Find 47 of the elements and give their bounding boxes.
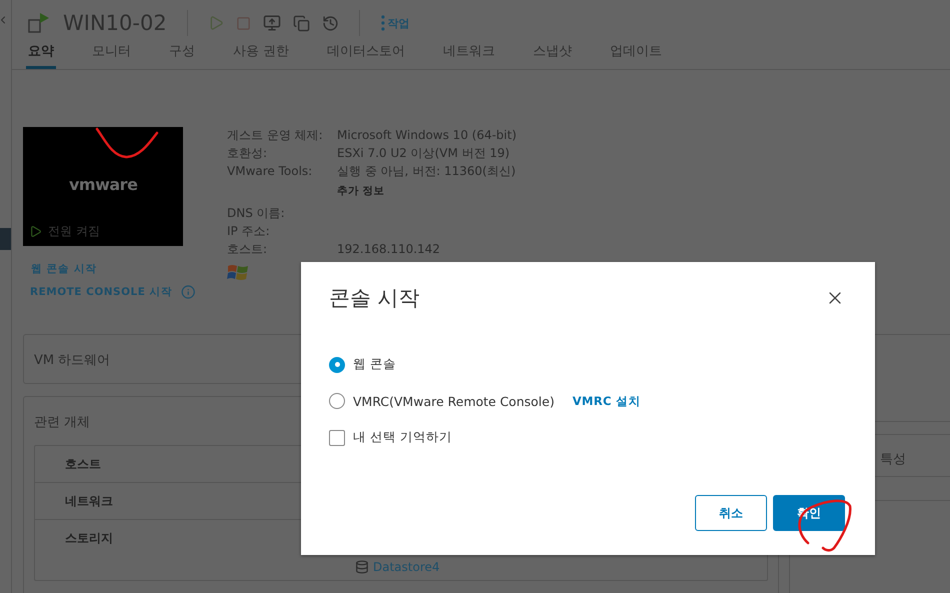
- info-value: 192.168.110.142: [337, 241, 442, 257]
- power-on-button[interactable]: [208, 15, 224, 31]
- card-title: 관련 개체: [34, 415, 90, 430]
- play-icon: [29, 225, 42, 238]
- console-preview[interactable]: vmware 전원 켜짐: [23, 127, 183, 246]
- cancel-button[interactable]: 취소: [695, 495, 767, 531]
- radio-button[interactable]: [329, 393, 345, 409]
- remote-console-link[interactable]: REMOTE CONSOLE 시작: [30, 285, 173, 299]
- vm-icon: [27, 12, 51, 34]
- migrate-button[interactable]: [292, 14, 310, 32]
- web-console-link[interactable]: 웹 콘솔 시작: [31, 262, 97, 276]
- database-icon: [355, 560, 369, 574]
- datastore-link[interactable]: Datastore4: [355, 560, 440, 574]
- checkbox[interactable]: [329, 430, 345, 446]
- info-value: ESXi 7.0 U2 이상(VM 버전 19): [337, 145, 511, 161]
- info-icon[interactable]: [180, 284, 195, 300]
- related-object-label: 호스트: [65, 456, 101, 473]
- info-value: 실행 중 아님, 버전: 11360(최신): [337, 163, 517, 179]
- dialog-title: 콘솔 시작: [329, 285, 420, 312]
- power-state: 전원 켜짐: [48, 223, 100, 240]
- install-link[interactable]: VMRC 설치: [572, 394, 641, 408]
- annotation-scribble: [96, 128, 158, 158]
- radio-button[interactable]: [329, 356, 345, 372]
- info-value: Microsoft Windows 10 (64-bit): [337, 127, 517, 143]
- kebab-icon: [380, 14, 386, 32]
- launch-console-button[interactable]: [262, 14, 281, 32]
- snapshot-button[interactable]: [322, 14, 339, 32]
- windows-logo-icon: [227, 263, 249, 283]
- card-title: 특성: [880, 452, 906, 467]
- info-label: 호스트:: [227, 241, 268, 257]
- related-object-label: 네트워크: [65, 493, 113, 510]
- tab[interactable]: 요약: [26, 38, 56, 69]
- info-label: VMware Tools:: [227, 163, 314, 179]
- vmware-logo: vmware: [69, 175, 138, 194]
- info-label: 게스트 운영 체제:: [227, 127, 324, 143]
- option-label: 웹 콘솔: [353, 356, 396, 373]
- info-label: IP 주소:: [227, 223, 271, 239]
- option-label: VMRC(VMware Remote Console): [353, 394, 554, 408]
- info-label: 호환성:: [227, 145, 268, 161]
- card-title: VM 하드웨어: [34, 353, 110, 368]
- info-label: DNS 이름:: [227, 205, 286, 221]
- actions-menu[interactable]: 작업: [380, 14, 410, 32]
- annotation-scribble: [798, 500, 852, 552]
- more-info-link[interactable]: 추가 정보: [337, 181, 517, 203]
- checkbox-label: 내 선택 기억하기: [353, 429, 452, 446]
- power-off-button[interactable]: [236, 16, 251, 30]
- related-object-label: 스토리지: [65, 530, 113, 547]
